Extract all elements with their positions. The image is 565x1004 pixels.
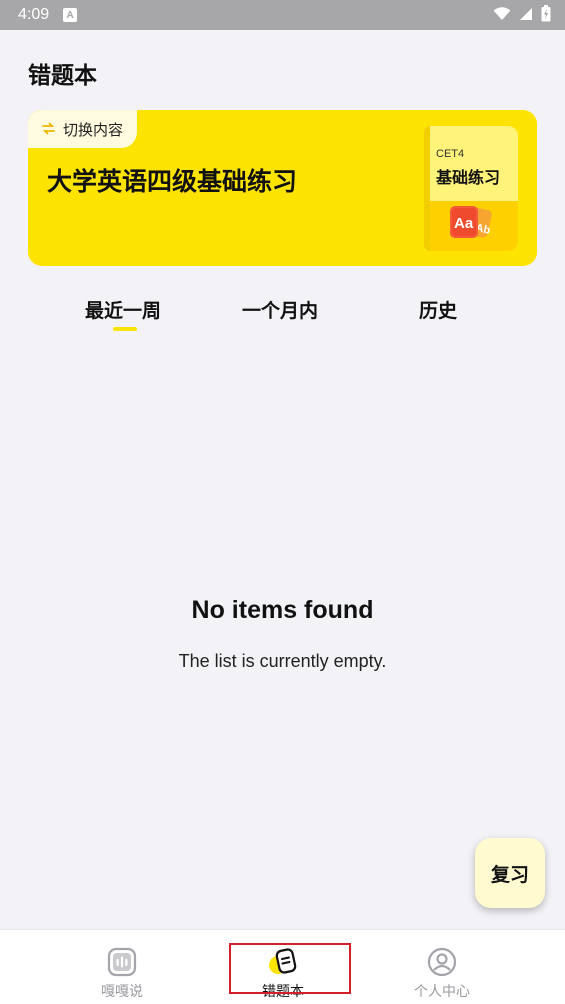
nav-item-profile[interactable]: 个人中心 xyxy=(377,930,507,1004)
signal-icon xyxy=(519,6,533,25)
cards-icon: Ab Aa xyxy=(446,204,498,250)
empty-state-title: No items found xyxy=(191,596,374,624)
battery-icon xyxy=(541,4,551,26)
nav-label-notebook: 错题本 xyxy=(262,984,304,1000)
svg-text:Aa: Aa xyxy=(454,215,474,232)
book-name: 基础练习 xyxy=(436,168,501,187)
tab-last-week[interactable]: 最近一周 xyxy=(85,296,161,323)
course-banner[interactable]: 切换内容 大学英语四级基础练习 CET4 基础练习 Ab Aa xyxy=(28,110,537,266)
period-tabs: 最近一周 一个月内 历史 xyxy=(0,290,565,336)
tab-within-month[interactable]: 一个月内 xyxy=(242,296,318,323)
nav-label-gagashuo: 嘎嘎说 xyxy=(101,984,143,1000)
nav-label-profile: 个人中心 xyxy=(414,984,470,1000)
wifi-icon xyxy=(493,6,511,25)
status-icons xyxy=(493,4,551,26)
switch-icon xyxy=(42,120,55,139)
course-title: 大学英语四级基础练习 xyxy=(47,167,298,196)
bottom-nav: 嘎嘎说 错题本 个人中心 xyxy=(0,929,565,1004)
tab-history[interactable]: 历史 xyxy=(419,296,457,323)
user-icon xyxy=(427,946,457,978)
status-time: 4:09 xyxy=(18,6,50,23)
empty-state-subtitle: The list is currently empty. xyxy=(178,651,387,671)
voice-icon xyxy=(107,946,137,978)
switch-content-button[interactable]: 切换内容 xyxy=(28,110,138,148)
switch-content-label: 切换内容 xyxy=(63,120,124,139)
active-tab-indicator xyxy=(113,327,137,331)
book-tag: CET4 xyxy=(436,148,465,160)
review-button[interactable]: 复习 xyxy=(475,838,545,908)
status-bar: 4:09 A xyxy=(0,0,565,30)
nav-item-gagashuo[interactable]: 嘎嘎说 xyxy=(57,930,187,1004)
page-title: 错题本 xyxy=(28,63,97,89)
notebook-icon xyxy=(267,946,299,978)
nav-item-notebook[interactable]: 错题本 xyxy=(218,930,348,1004)
course-book-cover: CET4 基础练习 Ab Aa xyxy=(424,126,518,251)
a-icon: A xyxy=(63,8,78,22)
